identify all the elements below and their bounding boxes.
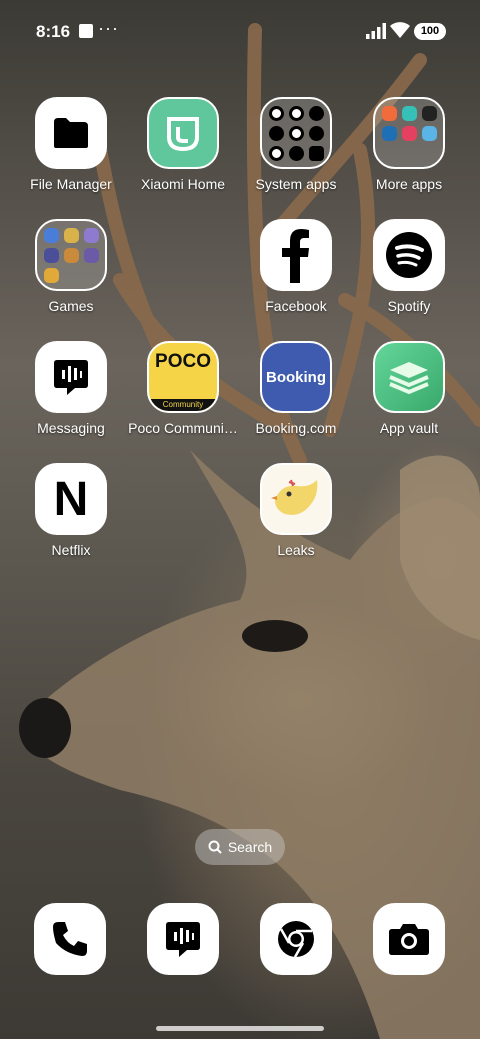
dock-chrome[interactable] (260, 903, 332, 975)
wifi-icon (390, 22, 410, 38)
more-notifications-icon: ··· (98, 18, 119, 38)
app-label: File Manager (30, 176, 112, 192)
folder-more-apps[interactable]: More apps (344, 97, 474, 192)
app-spotify[interactable]: Spotify (344, 219, 474, 314)
app-facebook[interactable]: Facebook (231, 219, 361, 314)
app-netflix[interactable]: N Netflix (6, 463, 136, 558)
app-booking[interactable]: Booking Booking.com (231, 341, 361, 436)
dock-camera[interactable] (373, 903, 445, 975)
search-label: Search (227, 839, 273, 855)
netflix-icon: N (35, 463, 107, 535)
message-icon (166, 922, 200, 957)
app-label: Games (48, 298, 94, 314)
app-label: Facebook (265, 298, 327, 314)
phone-icon (53, 922, 87, 956)
poco-logo-subtext: Community (149, 399, 217, 411)
bird-icon (260, 463, 332, 535)
camera-icon (389, 924, 429, 955)
app-label: Netflix (51, 542, 91, 558)
app-file-manager[interactable]: File Manager (6, 97, 136, 192)
spotify-icon (373, 219, 445, 291)
folder-grid-icon (260, 97, 332, 169)
netflix-logo-text: N (53, 472, 89, 526)
app-label: Leaks (277, 542, 315, 558)
stack-icon (373, 341, 445, 413)
app-label: System apps (255, 176, 337, 192)
booking-icon: Booking (260, 341, 332, 413)
folder-games[interactable]: Games (6, 219, 136, 314)
app-label: Booking.com (255, 420, 337, 436)
dock-messages[interactable] (147, 903, 219, 975)
mi-home-icon (147, 97, 219, 169)
signal-icon (366, 23, 386, 39)
booking-logo-text: Booking (266, 368, 326, 386)
app-label: Xiaomi Home (140, 176, 226, 192)
search-button[interactable]: Search (195, 829, 285, 865)
app-label: Spotify (387, 298, 431, 314)
poco-logo-text: POCO (155, 351, 211, 372)
battery-icon: 100 (414, 23, 446, 40)
facebook-icon (260, 219, 332, 291)
app-vault[interactable]: App vault (344, 341, 474, 436)
dock-phone[interactable] (34, 903, 106, 975)
app-label: Messaging (37, 420, 105, 436)
app-label: Poco Communi… (128, 420, 238, 436)
app-label: App vault (379, 420, 439, 436)
folder-system-apps[interactable]: System apps (231, 97, 361, 192)
notification-icon (79, 24, 93, 38)
app-poco-community[interactable]: POCO Community Poco Communi… (118, 341, 248, 436)
home-indicator[interactable] (156, 1026, 324, 1031)
chrome-icon (278, 921, 314, 958)
folder-grid-icon (373, 97, 445, 169)
app-leaks[interactable]: Leaks (231, 463, 361, 558)
app-messaging[interactable]: Messaging (6, 341, 136, 436)
clock: 8:16 (36, 22, 71, 41)
message-icon (35, 341, 107, 413)
app-xiaomi-home[interactable]: Xiaomi Home (118, 97, 248, 192)
folder-icon (35, 97, 107, 169)
status-bar: 8:16 ··· 100 (0, 0, 480, 64)
app-label: More apps (375, 176, 443, 192)
search-icon (208, 840, 222, 854)
folder-grid-icon (35, 219, 107, 291)
poco-icon: POCO Community (147, 341, 219, 413)
